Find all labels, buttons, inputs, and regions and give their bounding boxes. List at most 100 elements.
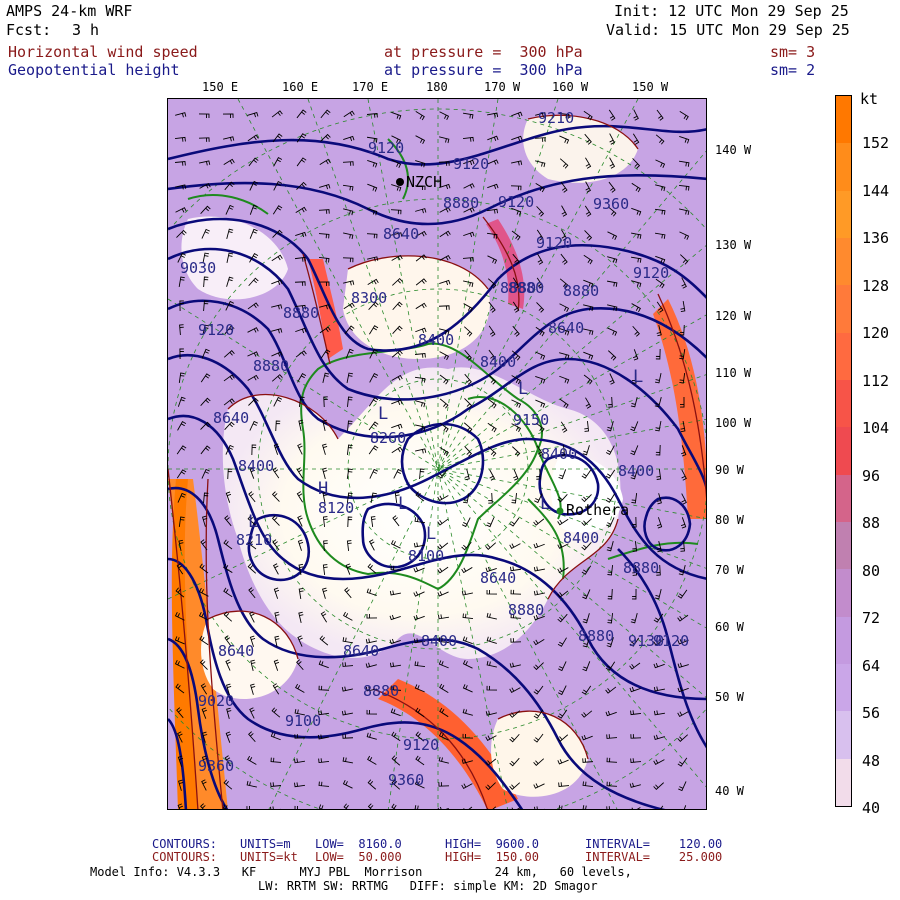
lon-label-right: 130 W bbox=[715, 238, 752, 252]
height-label: 8400 bbox=[563, 529, 600, 547]
colorbar-segment bbox=[836, 711, 851, 724]
colorbar-segment bbox=[836, 309, 851, 321]
lon-label-right: 40 W bbox=[715, 784, 744, 798]
colorbar-segment bbox=[836, 332, 851, 345]
height-label: 8880 bbox=[578, 627, 615, 645]
colorbar-segment bbox=[836, 273, 851, 286]
colorbar-tick-label: 128 bbox=[862, 276, 890, 295]
height-label: 9120 bbox=[198, 321, 235, 339]
colorbar-tick-label: 64 bbox=[862, 656, 881, 675]
lon-label-right: 70 W bbox=[715, 563, 744, 577]
colorbar-segment bbox=[836, 675, 851, 688]
colorbar-segment bbox=[836, 155, 851, 168]
height-label: 8640 bbox=[480, 569, 517, 587]
contours-wind-label: CONTOURS: bbox=[152, 850, 218, 864]
height-label: 8880 bbox=[508, 601, 545, 619]
colorbar-segment bbox=[836, 391, 851, 404]
height-label: 8640 bbox=[218, 642, 255, 660]
low-marker: L bbox=[378, 404, 389, 424]
colorbar-segment bbox=[836, 746, 851, 759]
height-label: 8640 bbox=[383, 225, 420, 243]
colorbar-unit: kt bbox=[860, 90, 879, 108]
height-label: 9120 bbox=[368, 139, 405, 157]
model-info-physics: LW: RRTM SW: RRTMG DIFF: simple KM: 2D S… bbox=[258, 879, 598, 893]
colorbar-segment bbox=[836, 794, 851, 807]
height-label: 8640 bbox=[343, 642, 380, 660]
colorbar-tick-label: 152 bbox=[862, 134, 890, 153]
lon-label-top: 160 E bbox=[282, 80, 319, 94]
height-label: 8400 bbox=[480, 353, 517, 371]
lon-label-top: 170 W bbox=[484, 80, 521, 94]
colorbar-segment bbox=[836, 758, 851, 771]
station-label-rothera: Rothera bbox=[566, 501, 630, 519]
height-label: 8880 bbox=[623, 559, 660, 577]
colorbar-segment bbox=[836, 368, 851, 381]
height-label: 8100 bbox=[408, 547, 445, 565]
height-label: 8640 bbox=[548, 319, 585, 337]
colorbar-tick-label: 88 bbox=[862, 514, 881, 533]
low-marker: L bbox=[398, 494, 409, 514]
colorbar-tick-label: 136 bbox=[862, 229, 890, 248]
height-label: 8880 bbox=[283, 304, 320, 322]
low-marker: L bbox=[248, 512, 259, 532]
height-label: 8300 bbox=[351, 289, 388, 307]
colorbar-segment bbox=[836, 143, 851, 156]
colorbar-segment bbox=[836, 569, 851, 582]
height-label: 8400 bbox=[421, 632, 458, 650]
height-label: 8400 bbox=[618, 462, 655, 480]
colorbar-segment bbox=[836, 131, 851, 144]
height-label: 9120 bbox=[536, 234, 573, 252]
height-label: 9120 bbox=[633, 264, 670, 282]
field1-pressure: at pressure = 300 hPa bbox=[384, 43, 583, 61]
colorbar-tick-label: 80 bbox=[862, 561, 881, 580]
colorbar-tick-label: 40 bbox=[862, 799, 881, 817]
colorbar-segment bbox=[836, 356, 851, 369]
colorbar-segment bbox=[836, 486, 851, 499]
height-label: 8880 bbox=[253, 357, 290, 375]
height-label: 9150 bbox=[513, 411, 550, 429]
colorbar-segment bbox=[836, 687, 851, 700]
height-label: 9100 bbox=[285, 712, 322, 730]
colorbar-segment bbox=[836, 107, 851, 120]
height-label: 9210 bbox=[538, 109, 575, 127]
lon-label-right: 110 W bbox=[715, 366, 752, 380]
colorbar bbox=[835, 95, 852, 807]
lon-label-right: 80 W bbox=[715, 513, 744, 527]
lon-label-top: 180 bbox=[426, 80, 448, 94]
colorbar-tick-label: 72 bbox=[862, 609, 881, 628]
colorbar-segment bbox=[836, 533, 851, 546]
station-marker-rothera bbox=[556, 507, 564, 515]
colorbar-segment bbox=[836, 510, 851, 523]
lon-label-right: 50 W bbox=[715, 690, 744, 704]
colorbar-segment bbox=[836, 735, 851, 747]
low-marker: L bbox=[633, 367, 644, 387]
height-label: 8400 bbox=[418, 331, 455, 349]
contours-height-units: UNITS=m bbox=[240, 837, 291, 851]
colorbar-tick-label: 56 bbox=[862, 704, 881, 723]
contours-wind-low: LOW= 50.000 bbox=[315, 850, 402, 864]
colorbar-segment bbox=[836, 640, 851, 653]
colorbar-segment bbox=[836, 427, 851, 440]
colorbar-segment bbox=[836, 261, 851, 274]
height-label: 8260 bbox=[370, 429, 407, 447]
colorbar-segment bbox=[836, 202, 851, 215]
high-marker: H bbox=[318, 479, 329, 499]
colorbar-tick-label: 112 bbox=[862, 371, 890, 390]
field1-smoothing: sm= 3 bbox=[770, 43, 816, 61]
height-label: 9020 bbox=[198, 692, 235, 710]
colorbar-tick-label: 120 bbox=[862, 324, 890, 343]
colorbar-segment bbox=[836, 498, 851, 511]
height-label: 8880 bbox=[508, 279, 545, 297]
height-label: 8210 bbox=[236, 531, 273, 549]
lon-label-top: 170 E bbox=[352, 80, 389, 94]
colorbar-segment bbox=[836, 581, 851, 594]
colorbar-segment bbox=[836, 403, 851, 416]
station-marker-nzch bbox=[396, 178, 404, 186]
lon-label-top: 150 E bbox=[202, 80, 239, 94]
colorbar-tick-label: 144 bbox=[862, 181, 890, 200]
contours-height-interval: INTERVAL= 120.00 bbox=[585, 837, 723, 851]
colorbar-segment bbox=[836, 214, 851, 227]
lon-label-right: 140 W bbox=[715, 143, 752, 157]
colorbar-segment bbox=[836, 320, 851, 333]
colorbar-segment bbox=[836, 604, 851, 617]
